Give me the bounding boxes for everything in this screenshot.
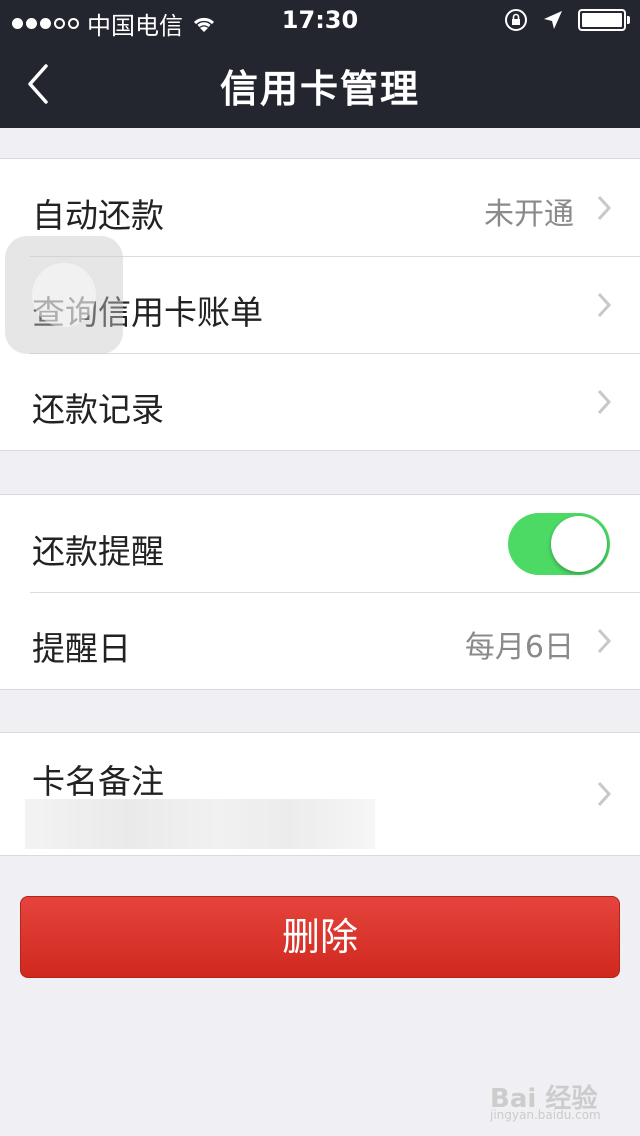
card-note-blurred-value [25,799,375,849]
chevron-right-icon [597,389,612,415]
card-note-row[interactable]: 卡名备注 [0,733,640,855]
delete-button[interactable]: 删除 [20,896,620,978]
card-note-label: 卡名备注 [32,762,164,801]
watermark-subtext: jingyan.baidu.com [490,1108,601,1122]
location-icon [544,11,562,29]
repay-record-row[interactable]: 还款记录 [0,353,640,450]
reminder-group: 还款提醒 提醒日 每月6日 [0,494,640,690]
auto-pay-label: 自动还款 [32,196,164,235]
battery-icon [578,9,630,31]
watermark-logo: Bai 经验 jingyan.baidu.com [490,1078,620,1122]
status-bar: 中国电信 17:30 [0,0,640,40]
reminder-row: 还款提醒 [0,495,640,592]
assistive-touch-icon [32,263,96,327]
assistive-touch-button[interactable] [5,236,123,354]
reminder-day-label: 提醒日 [32,629,131,668]
status-right [504,8,630,32]
reminder-toggle[interactable] [508,513,610,575]
chevron-right-icon [597,628,612,654]
rotation-lock-icon [505,9,527,31]
reminder-day-row[interactable]: 提醒日 每月6日 [0,592,640,689]
auto-pay-status: 未开通 [484,197,574,232]
reminder-day-value: 每月6日 [464,630,574,665]
card-note-group: 卡名备注 [0,732,640,856]
page-title: 信用卡管理 [219,67,420,111]
navigation-bar: 信用卡管理 [0,40,640,128]
chevron-right-icon [597,781,612,807]
repay-record-label: 还款记录 [32,390,164,429]
reminder-label: 还款提醒 [32,532,164,571]
chevron-right-icon [597,292,612,318]
chevron-right-icon [597,195,612,221]
